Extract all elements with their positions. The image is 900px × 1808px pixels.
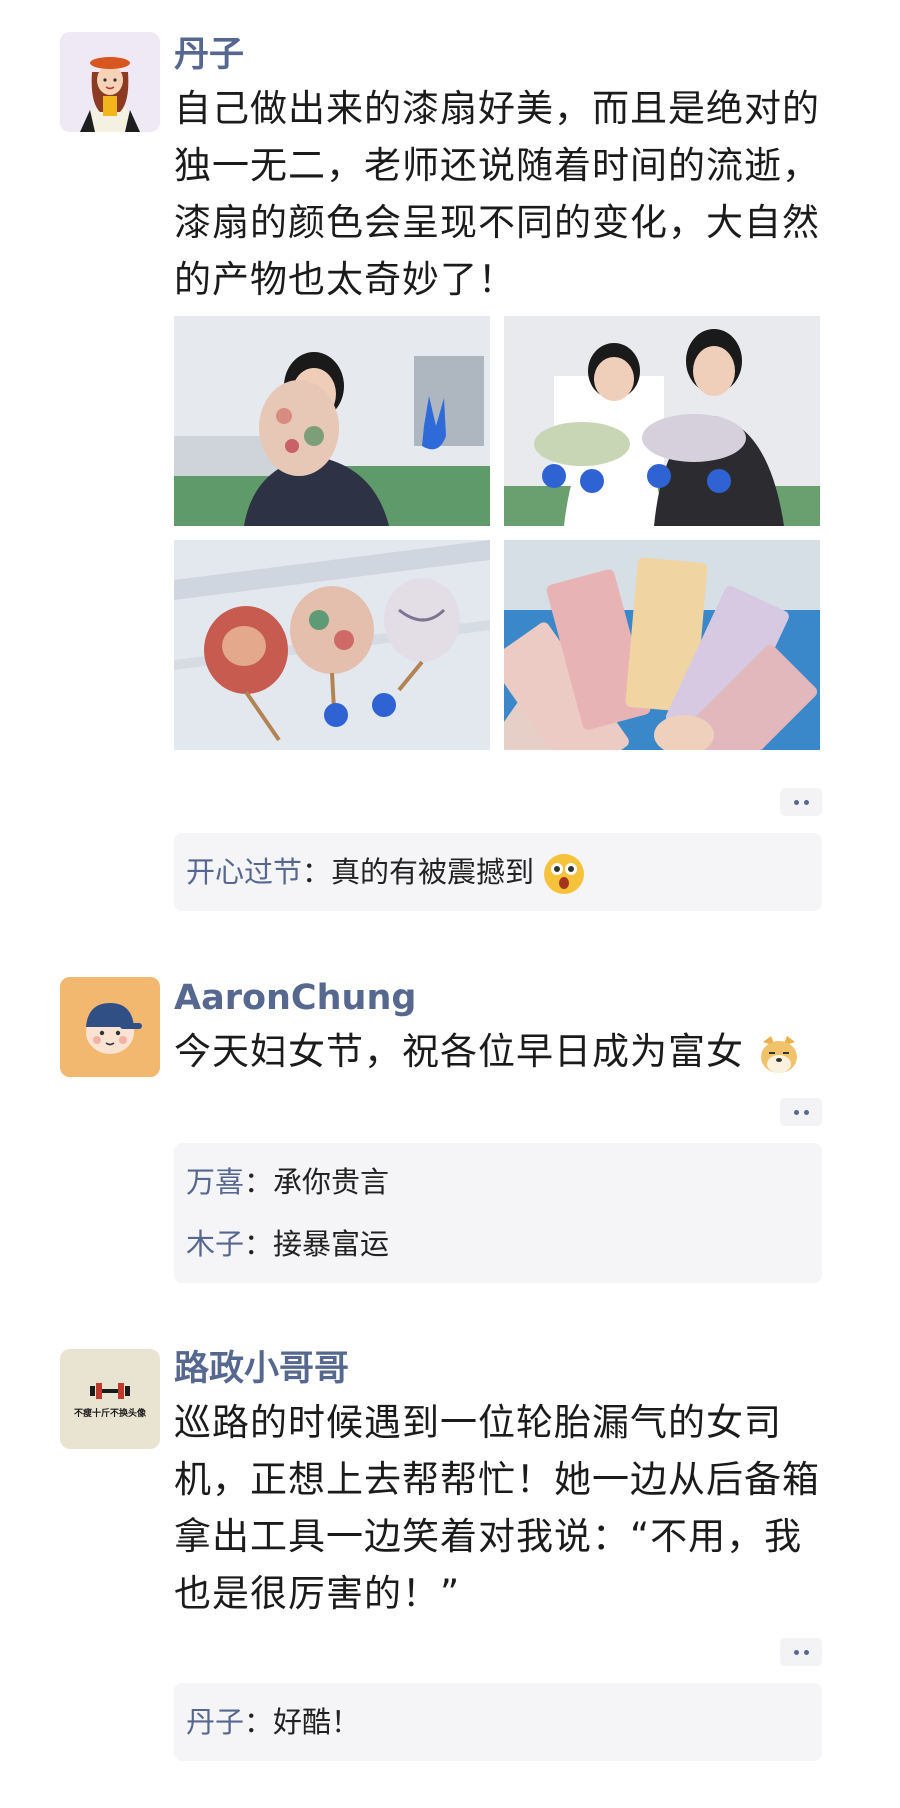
comment-author[interactable]: 万喜	[186, 1165, 244, 1199]
avatar-caption: 不瘦十斤不换头像	[73, 1408, 146, 1419]
dumbbell-icon	[90, 1382, 130, 1399]
post-text: 今天妇女节，祝各位早日成为富女	[174, 1023, 824, 1080]
comment-item[interactable]: 万喜：承你贵言	[186, 1151, 810, 1213]
more-options-button[interactable]	[780, 1638, 822, 1666]
comment-item[interactable]: 开心过节：真的有被震撼到	[186, 841, 810, 903]
post-author-name[interactable]: AaronChung	[174, 973, 824, 1023]
avatar-girl-illustration	[60, 32, 160, 132]
comment-box: 万喜：承你贵言 木子：接暴富运	[174, 1143, 822, 1283]
more-options-button[interactable]	[780, 788, 822, 816]
more-dots-icon	[793, 1109, 799, 1115]
post-text: 自己做出来的漆扇好美，而且是绝对的独一无二，老师还说随着时间的流逝，漆扇的颜色会…	[174, 87, 820, 301]
post-text-content: 今天妇女节，祝各位早日成为富女	[174, 1030, 744, 1073]
avatar-boy-illustration	[60, 977, 160, 1077]
post-text: 巡路的时候遇到一位轮胎漏气的女司机，正想上去帮帮忙！她一边从后备箱拿出工具一边笑…	[174, 1401, 820, 1615]
photo-two-girls-with-fans[interactable]	[504, 316, 820, 526]
comment-separator: ：	[244, 1227, 274, 1261]
comment-box: 开心过节：真的有被震撼到	[174, 833, 822, 911]
more-dots-icon	[793, 1649, 799, 1655]
avatar-luzheng[interactable]: 不瘦十斤不换头像	[60, 1349, 160, 1449]
comment-separator: ：	[244, 1705, 274, 1739]
comment-item[interactable]: 木子：接暴富运	[186, 1213, 810, 1275]
comment-text: 承你贵言	[273, 1165, 390, 1199]
photo-fan-spread[interactable]	[504, 540, 820, 750]
photo-girl-with-fan[interactable]	[174, 316, 490, 526]
more-dots-icon	[793, 799, 799, 805]
comment-author[interactable]: 开心过节	[186, 855, 302, 889]
photo-grid	[174, 316, 824, 750]
photo-three-fans[interactable]	[174, 540, 490, 750]
comment-text: 真的有被震撼到	[331, 855, 535, 889]
shocked-face-emoji	[543, 853, 585, 895]
comment-separator: ：	[244, 1165, 274, 1199]
comment-separator: ：	[302, 855, 332, 889]
post-author-name[interactable]: 路政小哥哥	[174, 1344, 824, 1394]
comment-author[interactable]: 木子	[186, 1227, 244, 1261]
comment-text: 好酷！	[273, 1705, 361, 1739]
avatar-danzi[interactable]	[60, 32, 160, 132]
comment-box: 丹子：好酷！	[174, 1683, 822, 1761]
comment-item[interactable]: 丹子：好酷！	[186, 1691, 810, 1753]
comment-author[interactable]: 丹子	[186, 1705, 244, 1739]
post-author-name[interactable]: 丹子	[174, 30, 824, 80]
comment-text: 接暴富运	[273, 1227, 390, 1261]
more-options-button[interactable]	[780, 1098, 822, 1126]
doge-emoji	[757, 1032, 801, 1076]
avatar-aaronchung[interactable]	[60, 977, 160, 1077]
